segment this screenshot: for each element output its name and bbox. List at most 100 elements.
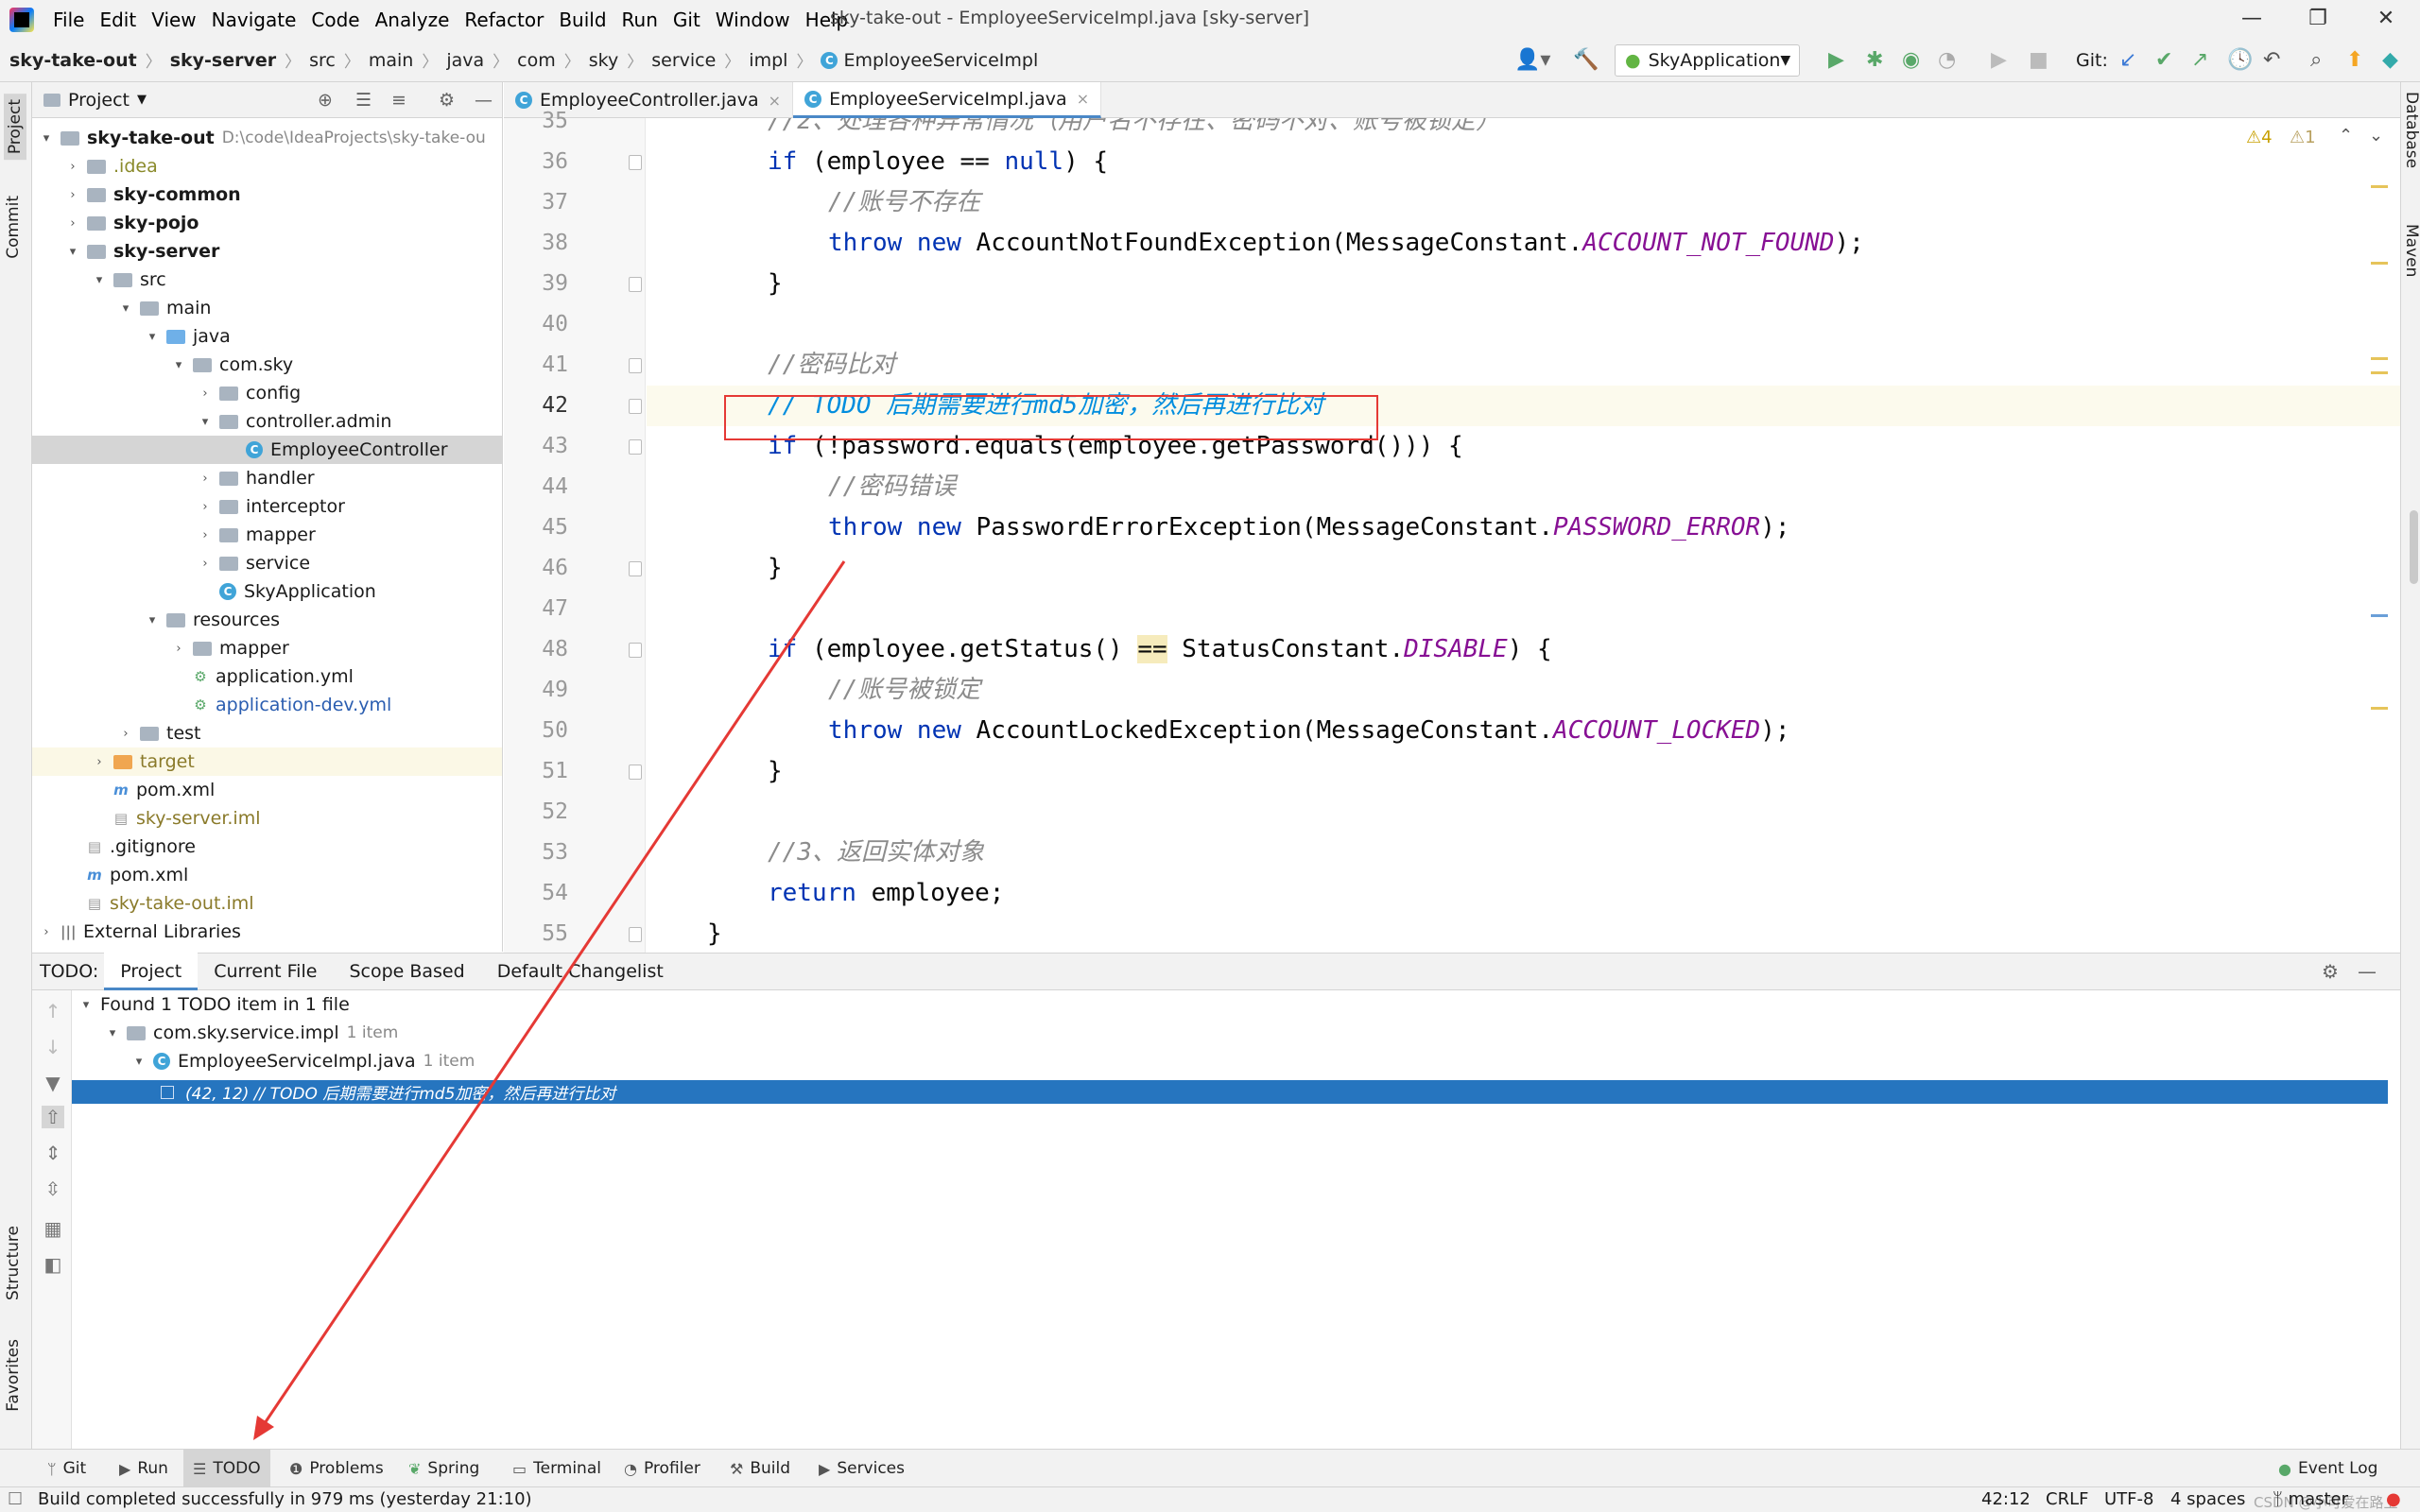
hide-icon[interactable]: —	[475, 90, 493, 111]
fold-icon[interactable]	[629, 439, 642, 455]
maximize-icon[interactable]: ❐	[2290, 4, 2346, 34]
error-stripe-mark[interactable]	[2371, 614, 2388, 617]
todo-summary-row[interactable]: ▾ Found 1 TODO item in 1 file	[79, 990, 350, 1019]
breadcrumb-module[interactable]: sky-server	[170, 50, 276, 71]
breadcrumb-java[interactable]: java	[446, 50, 484, 71]
todo-tab-current-file[interactable]: Current File	[198, 953, 333, 990]
tree-item[interactable]: › mapper	[32, 634, 502, 662]
tool-build[interactable]: ⚒ Build	[724, 1450, 796, 1487]
git-push-icon[interactable]: ↗	[2191, 47, 2208, 74]
tree-item[interactable]: C SkyApplication	[32, 577, 502, 606]
editor-scrollbar[interactable]	[2410, 510, 2418, 584]
tree-item[interactable]: ▾ main	[32, 294, 502, 322]
tree-item[interactable]: ▾ src	[32, 266, 502, 294]
tree-item[interactable]: › ||| External Libraries	[32, 918, 502, 946]
menu-file[interactable]: File	[45, 9, 92, 31]
tab-database[interactable]: Database	[2402, 92, 2420, 168]
error-stripe-mark[interactable]	[2371, 371, 2388, 374]
error-stripe-mark[interactable]	[2371, 357, 2388, 360]
profile-icon[interactable]: ◔	[1938, 47, 1956, 74]
next-highlight-icon[interactable]: ⌄	[2369, 126, 2383, 146]
breadcrumb-sky[interactable]: sky	[589, 50, 618, 71]
tree-item[interactable]: › interceptor	[32, 492, 502, 521]
breadcrumb-main[interactable]: main	[369, 50, 413, 71]
error-stripe-mark[interactable]	[2371, 185, 2388, 188]
previous-highlight-icon[interactable]: ⌃	[2339, 126, 2353, 146]
close-window-icon[interactable]: ✕	[2358, 4, 2414, 34]
menu-analyze[interactable]: Analyze	[368, 9, 458, 31]
weak-warning-count-icon[interactable]: ⚠1	[2290, 128, 2316, 147]
run-disabled-icon[interactable]: ▶	[1991, 47, 2007, 74]
status-message[interactable]: Build completed successfully in 979 ms (…	[38, 1489, 532, 1509]
fold-icon[interactable]	[629, 399, 642, 414]
fold-icon[interactable]	[629, 765, 642, 780]
fold-icon[interactable]	[629, 927, 642, 942]
gear-icon[interactable]: ⚙	[2322, 960, 2339, 983]
menu-navigate[interactable]: Navigate	[204, 9, 304, 31]
tool-run[interactable]: ▶ Run	[113, 1450, 174, 1487]
jetbrains-toolbox-icon[interactable]: ◆	[2382, 47, 2398, 74]
chevron-down-icon[interactable]: ▼	[137, 93, 147, 107]
error-stripe-mark[interactable]	[2371, 707, 2388, 710]
run-configuration-selector[interactable]: ● SkyApplication ▼	[1615, 44, 1800, 77]
debug-icon[interactable]: ✱	[1866, 47, 1883, 74]
tool-spring[interactable]: ❦ Spring	[403, 1450, 485, 1487]
minimize-icon[interactable]: —	[2223, 4, 2280, 34]
update-icon[interactable]: ⬆	[2346, 47, 2363, 74]
tree-item[interactable]: ▾ sky-take-out D:\code\IdeaProjects\sky-ta…	[32, 124, 502, 152]
tree-item[interactable]: › test	[32, 719, 502, 747]
menu-view[interactable]: View	[144, 9, 203, 31]
history-icon[interactable]: 🕓	[2227, 47, 2253, 74]
tree-item[interactable]: › sky-pojo	[32, 209, 502, 237]
line-separator[interactable]: CRLF	[2046, 1489, 2088, 1509]
error-stripe-mark[interactable]	[2371, 262, 2388, 265]
tree-item[interactable]: ▾ com.sky	[32, 351, 502, 379]
collapse-all-icon[interactable]: ≡	[391, 90, 406, 111]
todo-entry-selected[interactable]: (42, 12) // TODO 后期需要进行md5加密，然后再进行比对	[72, 1080, 2388, 1104]
tree-item-selected[interactable]: C EmployeeController	[32, 436, 502, 464]
caret-position[interactable]: 42:12	[1981, 1489, 2031, 1509]
fold-icon[interactable]	[629, 358, 642, 373]
menu-code[interactable]: Code	[303, 9, 367, 31]
group-by-icon[interactable]: ▦	[42, 1217, 64, 1240]
tree-item[interactable]: ▾ java	[32, 322, 502, 351]
previous-todo-icon[interactable]: ↑	[42, 1000, 64, 1022]
tree-item[interactable]: › target	[32, 747, 502, 776]
tree-item[interactable]: m pom.xml	[32, 861, 502, 889]
tree-item[interactable]: ▤ .gitignore	[32, 833, 502, 861]
tree-item[interactable]: ⚙ application.yml	[32, 662, 502, 691]
tab-structure[interactable]: Structure	[4, 1226, 23, 1300]
git-commit-icon[interactable]: ✔	[2155, 47, 2172, 74]
todo-tab-default-changelist[interactable]: Default Changelist	[481, 953, 680, 990]
run-icon[interactable]: ▶	[1828, 47, 1844, 74]
menu-run[interactable]: Run	[614, 9, 666, 31]
tree-item[interactable]: ▾ resources	[32, 606, 502, 634]
locate-icon[interactable]: ⊕	[318, 90, 333, 111]
tree-item[interactable]: ▾ sky-server	[32, 237, 502, 266]
tool-terminal[interactable]: ▭ Terminal	[507, 1450, 607, 1487]
hide-icon[interactable]: —	[2358, 960, 2377, 983]
menu-edit[interactable]: Edit	[92, 9, 144, 31]
search-icon[interactable]: ⌕	[2310, 47, 2322, 74]
tool-problems[interactable]: ❶ Problems	[284, 1450, 389, 1487]
fold-icon[interactable]	[629, 643, 642, 658]
autoscroll-icon[interactable]: ⇧	[42, 1106, 64, 1128]
tab-favorites[interactable]: Favorites	[4, 1339, 23, 1412]
git-branch[interactable]: ᛘ master	[2273, 1489, 2348, 1509]
expand-all-icon[interactable]: ⇕	[42, 1142, 64, 1164]
breadcrumb-project[interactable]: sky-take-out	[9, 50, 137, 71]
tool-git[interactable]: ᛘ Git	[42, 1450, 92, 1487]
gear-icon[interactable]: ⚙	[439, 90, 455, 111]
filter-icon[interactable]: ▼	[42, 1072, 64, 1094]
tree-item[interactable]: › .idea	[32, 152, 502, 180]
coverage-icon[interactable]: ◉	[1902, 47, 1920, 74]
breadcrumb-src[interactable]: src	[309, 50, 336, 71]
tree-item[interactable]: › handler	[32, 464, 502, 492]
stop-icon[interactable]: ■	[2029, 47, 2048, 74]
next-todo-icon[interactable]: ↓	[42, 1036, 64, 1058]
tree-item[interactable]: › mapper	[32, 521, 502, 549]
menu-window[interactable]: Window	[708, 9, 798, 31]
todo-tab-project[interactable]: Project	[104, 953, 199, 990]
close-tab-icon[interactable]: ×	[769, 92, 781, 110]
menu-refactor[interactable]: Refactor	[457, 9, 551, 31]
